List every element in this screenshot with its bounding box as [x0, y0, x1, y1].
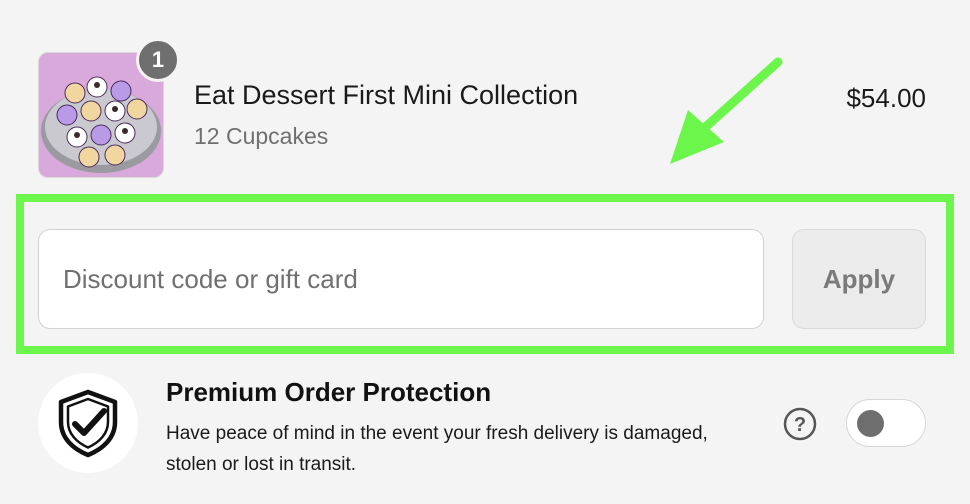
toggle-knob — [857, 410, 884, 437]
product-variant: 12 Cupcakes — [194, 123, 329, 149]
protection-description: Have peace of mind in the event your fre… — [166, 423, 708, 475]
protection-shield-badge — [38, 373, 138, 473]
help-icon[interactable]: ? — [783, 407, 817, 441]
shield-check-icon — [58, 389, 118, 458]
annotation-arrow-icon — [670, 57, 783, 164]
protection-toggle[interactable] — [846, 399, 926, 447]
discount-code-input[interactable] — [38, 229, 764, 329]
product-title: Eat Dessert First Mini Collection — [194, 80, 579, 110]
product-price: $54.00 — [846, 83, 926, 113]
apply-button[interactable]: Apply — [792, 229, 926, 329]
protection-title: Premium Order Protection — [166, 377, 492, 407]
quantity-badge: 1 — [136, 38, 180, 82]
svg-text:?: ? — [794, 414, 806, 436]
